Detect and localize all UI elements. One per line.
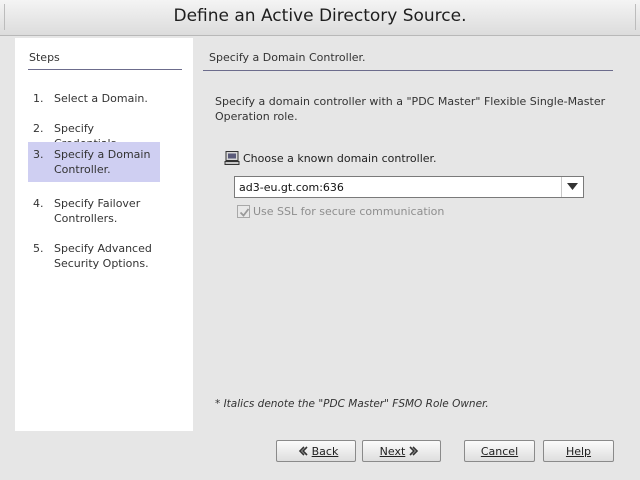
step-specify-failover-controllers[interactable]: 4. Specify Failover Controllers.	[28, 191, 160, 230]
checkmark-icon	[239, 208, 250, 217]
step-label: Specify Advanced Security Options.	[54, 242, 152, 270]
back-arrow-icon	[298, 446, 308, 456]
help-button-label: Help	[565, 444, 592, 458]
domain-controller-select[interactable]: ad3-eu.gt.com:636	[234, 176, 584, 198]
step-number: 4.	[33, 197, 44, 210]
window-title: Define an Active Directory Source.	[173, 6, 467, 26]
header-divider	[203, 70, 613, 71]
chevron-down-icon	[567, 183, 578, 190]
step-specify-domain-controller[interactable]: 3. Specify a Domain Controller.	[28, 142, 160, 182]
back-button-label: Back	[311, 444, 339, 458]
choose-controller-label: Choose a known domain controller.	[243, 152, 437, 165]
step-number: 1.	[33, 92, 44, 105]
title-bar-right-divider	[635, 4, 636, 30]
steps-divider	[28, 69, 182, 70]
step-label: Select a Domain.	[54, 92, 148, 105]
instructions-text: Specify a domain controller with a "PDC …	[215, 95, 606, 123]
step-select-domain[interactable]: 1. Select a Domain.	[28, 86, 160, 110]
computer-icon	[224, 151, 240, 165]
next-button[interactable]: Next	[362, 440, 441, 462]
steps-panel: Steps 1. Select a Domain. 2. Specify Cre…	[15, 38, 193, 431]
steps-title: Steps	[29, 51, 60, 64]
dropdown-arrow-button[interactable]	[561, 177, 583, 197]
step-number: 5.	[33, 242, 44, 255]
help-button[interactable]: Help	[543, 440, 614, 462]
next-button-label: Next	[379, 444, 406, 458]
step-label: Specify a Domain Controller.	[54, 148, 151, 176]
step-number: 2.	[33, 122, 44, 135]
next-arrow-icon	[409, 446, 419, 456]
use-ssl-label: Use SSL for secure communication	[253, 205, 445, 218]
page-title: Specify a Domain Controller.	[209, 51, 366, 64]
step-specify-advanced-security[interactable]: 5. Specify Advanced Security Options.	[28, 236, 160, 275]
back-button[interactable]: Back	[276, 440, 356, 462]
fsmo-footnote: * Italics denote the "PDC Master" FSMO R…	[215, 398, 489, 410]
step-number: 3.	[33, 148, 44, 161]
cancel-button[interactable]: Cancel	[464, 440, 535, 462]
use-ssl-checkbox[interactable]	[237, 205, 250, 218]
cancel-button-label: Cancel	[480, 444, 519, 458]
step-label: Specify Failover Controllers.	[54, 197, 141, 225]
title-bar: Define an Active Directory Source.	[0, 0, 640, 36]
domain-controller-value: ad3-eu.gt.com:636	[239, 181, 344, 194]
